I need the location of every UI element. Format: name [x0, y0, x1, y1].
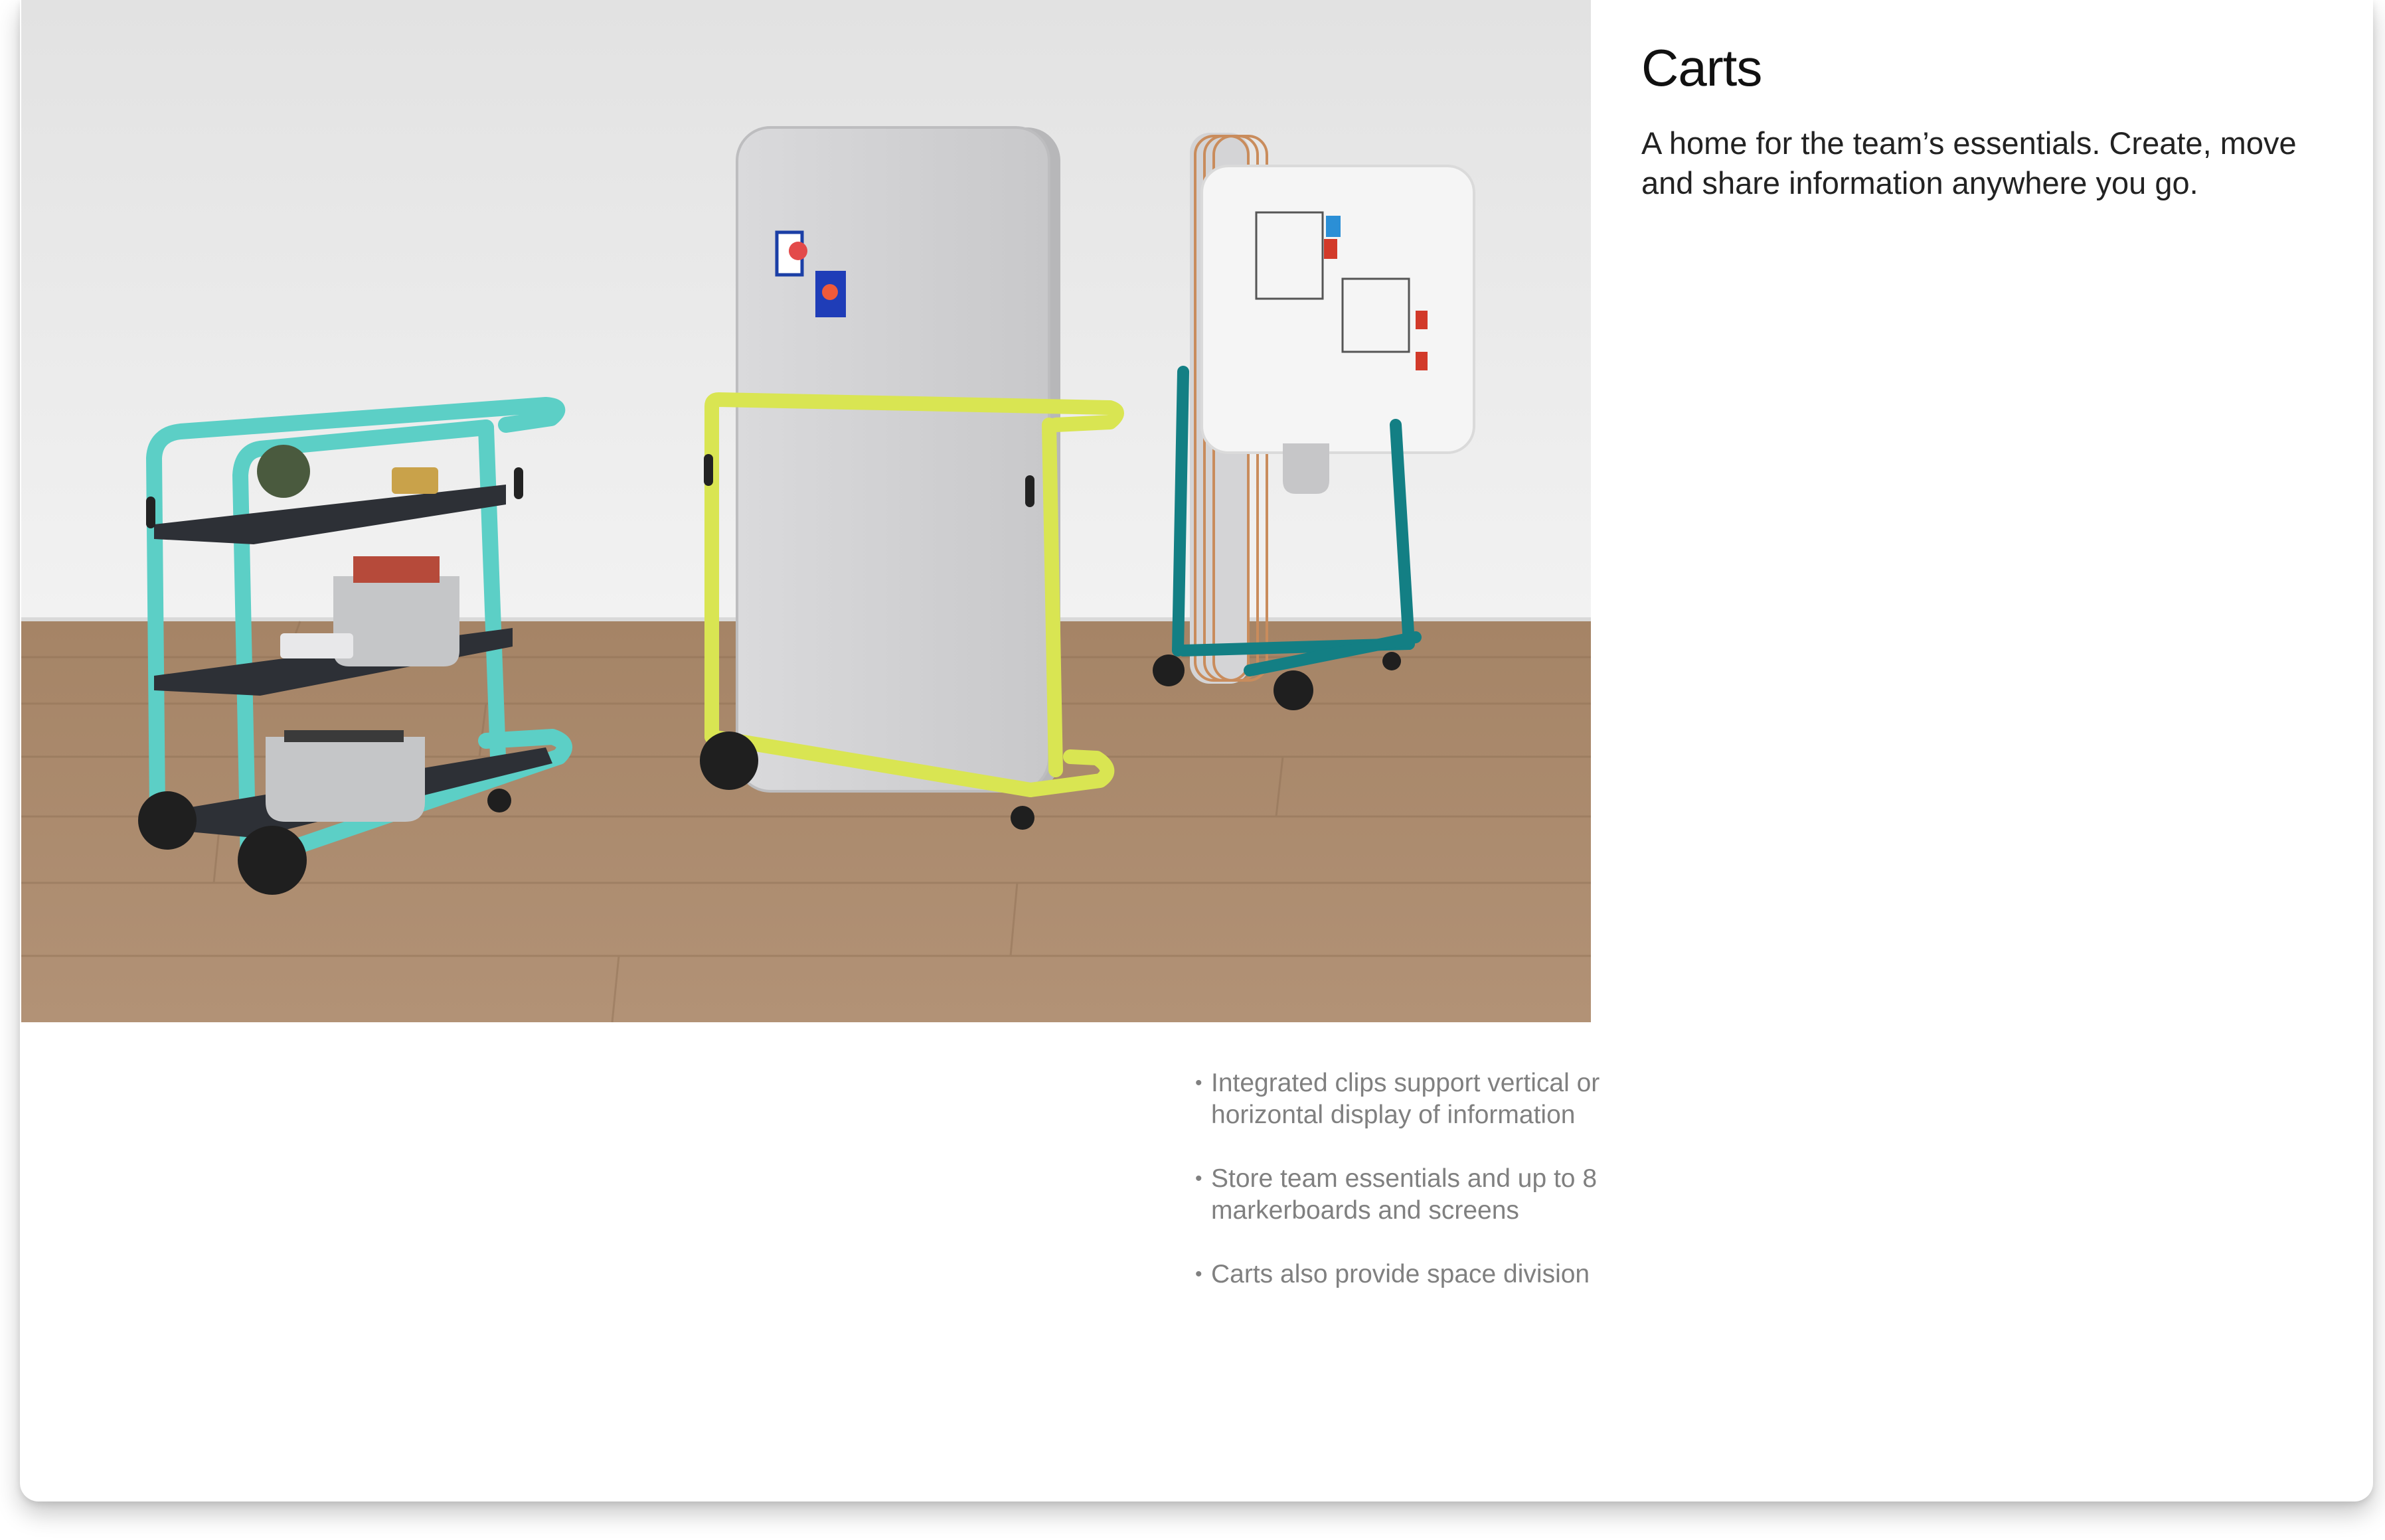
product-photo — [21, 0, 1591, 1022]
feature-text: Store team essentials and up to 8 marker… — [1211, 1164, 1598, 1225]
feature-list: • Integrated clips support vertical or h… — [1195, 1067, 1607, 1322]
product-card: Carts A home for the team’s essentials. … — [20, 0, 2373, 1502]
page-subtitle: A home for the team’s essentials. Create… — [1641, 125, 2297, 200]
feature-item: • Integrated clips support vertical or h… — [1195, 1067, 1607, 1131]
acoustic-panel — [736, 126, 1050, 793]
bullet-glyph: • — [1195, 1168, 1202, 1190]
feature-item: • Store team essentials and up to 8 mark… — [1195, 1163, 1607, 1227]
feature-text: Carts also provide space division — [1211, 1260, 1590, 1288]
page-title: Carts — [1641, 38, 1762, 97]
carts-illustration — [21, 0, 1591, 1022]
felt-bin-lower — [266, 737, 425, 822]
lime-cart — [700, 126, 1124, 830]
felt-cup — [1283, 443, 1329, 494]
bullet-glyph: • — [1195, 1072, 1202, 1094]
feature-item: • Carts also provide space division — [1195, 1259, 1607, 1290]
bullet-glyph: • — [1195, 1263, 1202, 1285]
feature-text: Integrated clips support vertical or hor… — [1211, 1069, 1600, 1129]
plant — [257, 445, 310, 498]
markerboard — [1200, 165, 1475, 454]
